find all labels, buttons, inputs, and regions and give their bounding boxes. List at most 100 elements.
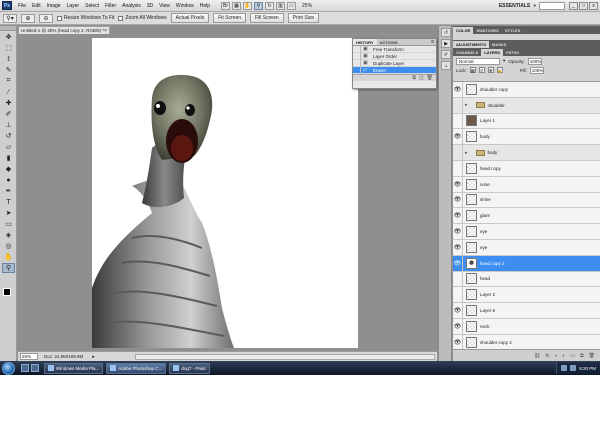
layer-thumbnail[interactable] — [466, 241, 477, 253]
delete-state-icon[interactable]: 🗑 — [427, 75, 433, 81]
layer-thumbnail[interactable] — [466, 83, 477, 95]
menu-select[interactable]: Select — [82, 3, 102, 9]
history-brush-source[interactable] — [353, 45, 361, 53]
blur-tool-icon[interactable]: ◆ — [2, 164, 15, 174]
tab-swatches[interactable]: SWATCHES — [473, 27, 501, 34]
tab-adjustments[interactable]: ADJUSTMENTS — [453, 41, 490, 48]
horizontal-scrollbar[interactable] — [135, 353, 435, 360]
hand-tool-icon[interactable]: ✋ — [2, 252, 15, 262]
layer-row[interactable]: 👁▸ body — [453, 145, 600, 161]
layer-row[interactable]: 👁 neck — [453, 318, 600, 335]
start-button[interactable] — [2, 361, 15, 375]
history-brush-source[interactable] — [353, 66, 361, 74]
tab-channels[interactable]: CHANNELS — [453, 49, 481, 56]
lock-pixels-icon[interactable]: ✐ — [478, 67, 485, 73]
tab-masks[interactable]: MASKS — [489, 41, 509, 48]
panel-menu-icon[interactable]: ≡ — [431, 39, 434, 45]
layer-row[interactable]: 👁 eye — [453, 224, 600, 240]
resize-windows-checkbox[interactable]: Resize Windows To Fit — [57, 15, 114, 21]
workspace-switcher[interactable]: ESSENTIALS » — [499, 1, 565, 10]
layer-row[interactable]: 👁▸ shoulder — [453, 97, 600, 114]
eye-icon[interactable]: 👁 — [453, 318, 463, 334]
layer-thumbnail[interactable] — [466, 194, 477, 206]
menu-image[interactable]: Image — [44, 3, 64, 9]
zoom-preset-icon[interactable]: ⚲▾ — [3, 13, 17, 23]
menu-edit[interactable]: Edit — [29, 3, 44, 9]
minibridge-icon[interactable]: ▦ — [232, 1, 242, 10]
zoom-in-icon[interactable]: ⊕ — [21, 13, 35, 23]
opacity-input[interactable]: 100% — [527, 57, 542, 65]
history-brush-source[interactable] — [353, 52, 361, 60]
layer-thumbnail[interactable] — [466, 289, 477, 301]
layer-thumbnail[interactable] — [466, 305, 477, 317]
history-state-layer-order[interactable]: ▣ Layer Order — [353, 52, 436, 60]
menu-3d[interactable]: 3D — [144, 3, 156, 9]
eyedropper-tool-icon[interactable]: ⁄ — [2, 87, 15, 97]
new-snapshot-icon[interactable]: ◫ — [419, 75, 424, 81]
eye-icon[interactable]: 👁 — [453, 97, 463, 113]
eye-icon[interactable]: 👁 — [453, 176, 463, 192]
layer-thumbnail[interactable] — [466, 226, 477, 238]
layer-row[interactable]: 👁 shoulder copy 2 — [453, 334, 600, 349]
layer-row[interactable]: 👁 head — [453, 271, 600, 288]
switch-windows-icon[interactable] — [31, 364, 39, 372]
dodge-tool-icon[interactable]: ● — [2, 175, 15, 185]
path-selection-tool-icon[interactable]: ➤ — [2, 208, 15, 218]
chevron-down-icon[interactable]: ▾ — [503, 58, 505, 64]
show-desktop-icon[interactable] — [21, 364, 29, 372]
checkbox-box[interactable] — [57, 15, 62, 21]
add-mask-icon[interactable]: ◑ — [554, 353, 557, 359]
eye-icon[interactable]: 👁 — [453, 208, 463, 224]
tab-actions[interactable]: ACTIONS — [377, 39, 401, 45]
tab-styles[interactable]: STYLES — [502, 27, 524, 34]
blend-mode-select[interactable]: Normal — [456, 57, 500, 65]
layer-thumbnail[interactable] — [466, 131, 477, 143]
eye-icon[interactable]: 👁 — [453, 82, 463, 97]
layer-thumbnail[interactable] — [466, 210, 477, 222]
layer-row[interactable]: 👁 Layer 6 — [453, 303, 600, 319]
eye-icon[interactable]: 👁 — [453, 271, 463, 287]
taskbar-item-photoshop[interactable]: Adobe Photoshop C... — [106, 362, 167, 374]
history-brush-source[interactable] — [353, 59, 361, 67]
eye-icon[interactable]: 👁 — [453, 239, 463, 255]
status-menu-arrow-icon[interactable]: ▸ — [92, 354, 95, 360]
3d-rotate-tool-icon[interactable]: ◈ — [2, 230, 15, 240]
eye-icon[interactable]: 👁 — [453, 145, 463, 161]
hand-icon[interactable]: ✋ — [243, 1, 253, 10]
tab-layers[interactable]: LAYERS — [481, 49, 504, 56]
layer-thumbnail[interactable] — [466, 320, 477, 332]
network-icon[interactable] — [561, 365, 568, 371]
layer-thumbnail[interactable] — [466, 257, 477, 269]
eraser-tool-icon[interactable]: ▱ — [2, 142, 15, 152]
fill-input[interactable]: 100% — [529, 66, 544, 74]
foreground-color-swatch[interactable] — [3, 288, 11, 296]
bridge-icon[interactable]: Br — [221, 1, 231, 10]
layer-row[interactable]: 👁 shoulder copy — [453, 82, 600, 98]
layer-row[interactable]: 👁 head copy — [453, 160, 600, 177]
clock[interactable]: 8:20 PM — [579, 366, 596, 371]
fit-screen-button[interactable]: Fit Screen — [213, 13, 247, 23]
lock-all-icon[interactable]: 🔒 — [496, 67, 503, 73]
tools-panel-grip[interactable] — [0, 26, 16, 31]
layer-row[interactable]: 👁 head copy 2 — [453, 255, 600, 272]
history-state-duplicate-layer[interactable]: ▣ Duplicate Layer — [353, 59, 436, 67]
zoom-tool-icon[interactable]: ⚲ — [254, 1, 264, 10]
actual-pixels-button[interactable]: Actual Pixels — [170, 13, 210, 23]
checkbox-box[interactable] — [118, 15, 124, 21]
screen-mode-icon[interactable]: ▭ — [287, 1, 297, 10]
volume-icon[interactable] — [570, 365, 577, 371]
3d-orbit-tool-icon[interactable]: ◎ — [2, 241, 15, 251]
new-document-from-state-icon[interactable]: ⧉ — [412, 75, 416, 81]
layer-row[interactable]: 👁 glare — [453, 208, 600, 225]
type-tool-icon[interactable]: T — [2, 197, 15, 207]
layer-thumbnail[interactable] — [466, 336, 477, 348]
shape-tool-icon[interactable]: ▭ — [2, 219, 15, 229]
close-icon[interactable]: × — [104, 28, 107, 34]
layer-thumbnail[interactable] — [466, 273, 477, 285]
tab-color[interactable]: COLOR — [453, 27, 474, 34]
tab-history[interactable]: HISTORY — [353, 39, 377, 45]
link-layers-icon[interactable]: ⛓ — [534, 353, 540, 359]
zoom-tool-icon[interactable]: ⚲ — [2, 263, 15, 273]
adjustment-layer-icon[interactable]: ◐ — [562, 353, 565, 359]
layer-row[interactable]: 👁 eye — [453, 239, 600, 256]
